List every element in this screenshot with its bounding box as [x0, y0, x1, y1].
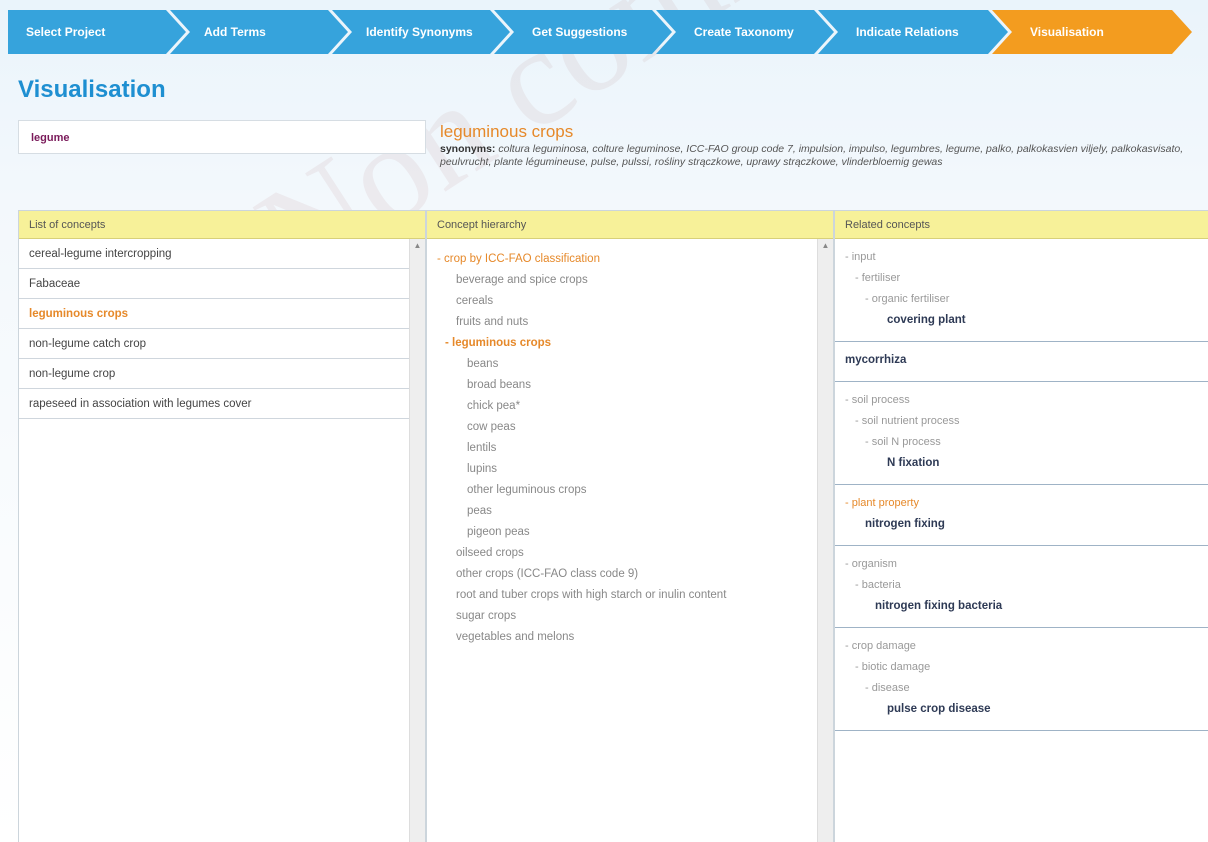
related-ancestor[interactable]: - crop damage	[835, 636, 1208, 657]
wizard-steps: Select Project Add Terms Identify Synony…	[8, 10, 1193, 54]
hierarchy-node[interactable]: chick pea*	[427, 396, 833, 417]
step-label: Visualisation	[1030, 25, 1104, 39]
hierarchy-node[interactable]: cow peas	[427, 417, 833, 438]
hierarchy-node[interactable]: sugar crops	[427, 606, 833, 627]
hierarchy-node[interactable]: other crops (ICC-FAO class code 9)	[427, 564, 833, 585]
synonyms-label: synonyms:	[440, 143, 496, 155]
search-term-field[interactable]: legume	[18, 120, 426, 154]
step-indicate-relations[interactable]: Indicate Relations	[818, 10, 1008, 54]
hierarchy-node[interactable]: pigeon peas	[427, 522, 833, 543]
related-ancestor[interactable]: - soil N process	[835, 432, 1208, 453]
step-create-taxonomy[interactable]: Create Taxonomy	[656, 10, 834, 54]
list-of-concepts-panel: List of concepts cereal-legume intercrop…	[18, 210, 426, 842]
related-ancestor[interactable]: - organic fertiliser	[835, 289, 1208, 310]
related-group: mycorrhiza	[835, 342, 1208, 382]
related-ancestor[interactable]: - fertiliser	[835, 268, 1208, 289]
scrollbar[interactable]: ▲	[409, 239, 425, 842]
step-get-suggestions[interactable]: Get Suggestions	[494, 10, 672, 54]
hierarchy-node[interactable]: vegetables and melons	[427, 627, 833, 648]
hierarchy-node[interactable]: lupins	[427, 459, 833, 480]
related-ancestor[interactable]: - disease	[835, 678, 1208, 699]
related-term[interactable]: N fixation	[835, 453, 1208, 474]
related-ancestor[interactable]: - biotic damage	[835, 657, 1208, 678]
related-concepts-panel: Related concepts - input - fertiliser - or…	[834, 210, 1208, 842]
step-label: Create Taxonomy	[694, 25, 794, 39]
related-ancestor[interactable]: - organism	[835, 554, 1208, 575]
related-group: - soil process - soil nutrient process - s…	[835, 382, 1208, 485]
related-ancestor[interactable]: - input	[835, 247, 1208, 268]
hierarchy-node[interactable]: beans	[427, 354, 833, 375]
related-term[interactable]: mycorrhiza	[835, 350, 1208, 371]
step-identify-synonyms[interactable]: Identify Synonyms	[332, 10, 510, 54]
related-term[interactable]: nitrogen fixing bacteria	[835, 596, 1208, 617]
related-ancestor[interactable]: - soil nutrient process	[835, 411, 1208, 432]
panel-header: Related concepts	[835, 211, 1208, 239]
related-ancestor[interactable]: - plant property	[835, 493, 1208, 514]
list-item[interactable]: non-legume catch crop	[19, 329, 409, 359]
list-item[interactable]: leguminous crops	[19, 299, 409, 329]
step-label: Select Project	[26, 25, 106, 39]
hierarchy-node[interactable]: peas	[427, 501, 833, 522]
related-ancestor[interactable]: - soil process	[835, 390, 1208, 411]
scroll-up-arrow-icon[interactable]: ▲	[818, 241, 833, 250]
related-list: - input - fertiliser - organic fertiliser c…	[835, 239, 1208, 731]
step-select-project[interactable]: Select Project	[8, 10, 186, 54]
synonyms-text: coltura leguminosa, colture leguminose, …	[440, 143, 1184, 168]
step-add-terms[interactable]: Add Terms	[170, 10, 348, 54]
hierarchy-node[interactable]: beverage and spice crops	[427, 270, 833, 291]
list-item[interactable]: non-legume crop	[19, 359, 409, 389]
hierarchy-node[interactable]: lentils	[427, 438, 833, 459]
hierarchy-node[interactable]: broad beans	[427, 375, 833, 396]
step-label: Identify Synonyms	[366, 25, 473, 39]
related-term[interactable]: covering plant	[835, 310, 1208, 331]
hierarchy-tree: - crop by ICC-FAO classification beverage…	[427, 239, 833, 648]
related-term[interactable]: nitrogen fixing	[835, 514, 1208, 535]
list-item[interactable]: Fabaceae	[19, 269, 409, 299]
concept-hierarchy-panel: Concept hierarchy - crop by ICC-FAO clas…	[426, 210, 834, 842]
hierarchy-node[interactable]: fruits and nuts	[427, 312, 833, 333]
hierarchy-node[interactable]: - crop by ICC-FAO classification	[427, 249, 833, 270]
related-group: - organism - bacteria nitrogen fixing bact…	[835, 546, 1208, 628]
step-visualisation[interactable]: Visualisation	[992, 10, 1192, 54]
related-term[interactable]: pulse crop disease	[835, 699, 1208, 720]
step-label: Indicate Relations	[856, 25, 959, 39]
panel-header: List of concepts	[19, 211, 425, 239]
hierarchy-node[interactable]: - leguminous crops	[427, 333, 833, 354]
related-ancestor[interactable]: - bacteria	[835, 575, 1208, 596]
related-group: - crop damage - biotic damage - disease pul…	[835, 628, 1208, 731]
hierarchy-node[interactable]: other leguminous crops	[427, 480, 833, 501]
synonyms: synonyms: coltura leguminosa, colture le…	[440, 143, 1200, 169]
concept-title: leguminous crops	[440, 122, 574, 141]
hierarchy-node[interactable]: cereals	[427, 291, 833, 312]
list-item[interactable]: cereal-legume intercropping	[19, 239, 409, 269]
page-title: Visualisation	[18, 76, 166, 103]
related-group: - input - fertiliser - organic fertiliser c…	[835, 239, 1208, 342]
related-group: - plant property nitrogen fixing	[835, 485, 1208, 546]
panel-header: Concept hierarchy	[427, 211, 833, 239]
scrollbar[interactable]: ▲	[817, 239, 833, 842]
list-item[interactable]: rapeseed in association with legumes cov…	[19, 389, 409, 419]
hierarchy-node[interactable]: oilseed crops	[427, 543, 833, 564]
step-label: Add Terms	[204, 25, 266, 39]
hierarchy-node[interactable]: root and tuber crops with high starch or…	[427, 585, 833, 606]
scroll-up-arrow-icon[interactable]: ▲	[410, 241, 425, 250]
step-label: Get Suggestions	[532, 25, 628, 39]
concept-header: leguminous crops synonyms: coltura legum…	[440, 122, 1200, 169]
